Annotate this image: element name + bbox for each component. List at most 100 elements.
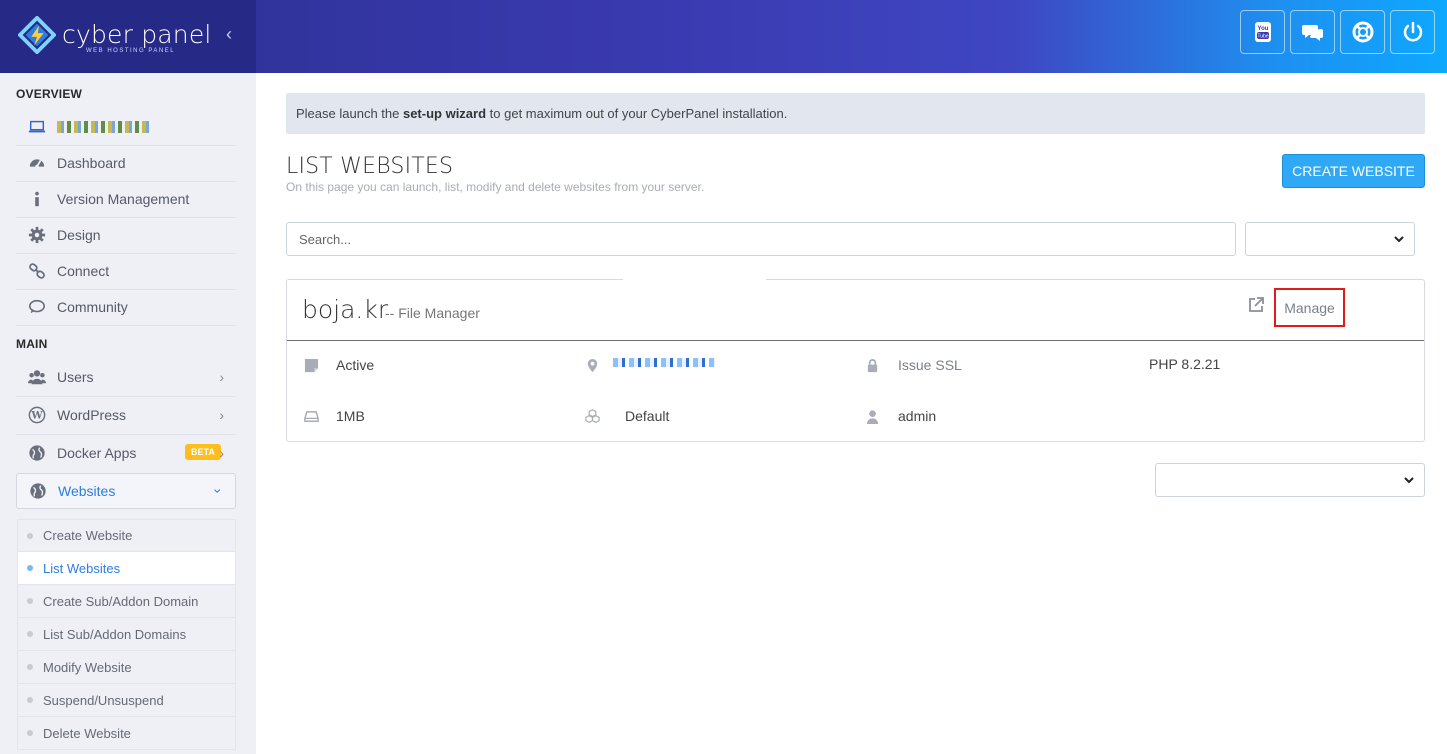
submenu-delete-website[interactable]: Delete Website — [17, 717, 236, 750]
sidebar-item-label: Version Management — [57, 191, 190, 207]
owner-name: admin — [898, 408, 937, 424]
submenu-create-website[interactable]: Create Website — [17, 519, 236, 552]
status-icon — [302, 356, 320, 374]
submenu-list-sub-addon-domains[interactable]: List Sub/Addon Domains — [17, 618, 236, 651]
ssl-cell[interactable]: Issue SSL — [863, 356, 962, 374]
setup-wizard-banner: Please launch the set-up wizard to get m… — [286, 93, 1425, 134]
link-icon — [26, 262, 48, 280]
sidebar-item-label: Websites — [58, 483, 116, 499]
sidebar-item-version-management[interactable]: Version Management — [16, 181, 236, 217]
status-cell: Active — [302, 356, 374, 374]
sidebar-item-connect[interactable]: Connect — [16, 253, 236, 289]
main-section-title: MAIN — [16, 337, 48, 351]
chevron-down-icon — [1404, 477, 1414, 484]
ip-cell — [583, 356, 715, 374]
overview-section-title: OVERVIEW — [16, 87, 83, 101]
chevron-right-icon: › — [219, 407, 224, 423]
logout-button[interactable] — [1390, 10, 1435, 54]
sidebar-item-wordpress[interactable]: W WordPress › — [16, 397, 236, 433]
globe-icon — [27, 482, 49, 500]
php-cell: PHP 8.2.21 — [1149, 356, 1220, 372]
disk-usage: 1MB — [336, 408, 365, 424]
website-card-header: boja.kr -- File Manager Manage — [287, 280, 1424, 341]
submenu-suspend-unsuspend[interactable]: Suspend/Unsuspend — [17, 684, 236, 717]
sidebar-divider — [16, 325, 236, 326]
manage-button[interactable]: Manage — [1274, 288, 1345, 327]
sidebar-item-dashboard[interactable]: Dashboard — [16, 145, 236, 181]
sidebar-item-label: Users — [57, 369, 94, 385]
chevron-down-icon: › — [210, 488, 227, 494]
chevron-right-icon: › — [219, 369, 224, 385]
brand-subtitle: WEB HOSTING PANEL — [86, 48, 176, 54]
submenu-modify-website[interactable]: Modify Website — [17, 651, 236, 684]
banner-text-pre: Please launch the — [296, 106, 403, 121]
user-icon — [863, 407, 881, 425]
sidebar-item-users[interactable]: Users › — [16, 359, 236, 395]
pagination-select[interactable] — [1155, 463, 1425, 497]
submenu-label: Create Sub/Addon Domain — [43, 593, 199, 609]
map-marker-icon — [583, 356, 601, 374]
sidebar-item-community[interactable]: Community — [16, 289, 236, 325]
youtube-icon: You Tube — [1254, 22, 1271, 42]
website-domain[interactable]: boja.kr — [302, 295, 388, 324]
sidebar-item-websites[interactable]: Websites › — [16, 473, 236, 509]
submenu-create-sub-addon-domain[interactable]: Create Sub/Addon Domain — [17, 585, 236, 618]
search-input[interactable] — [286, 222, 1236, 256]
sidebar-item-label: Docker Apps — [57, 445, 137, 461]
gear-icon — [26, 226, 48, 244]
svg-text:You: You — [1257, 26, 1268, 32]
submenu-label: List Websites — [43, 560, 121, 576]
bullet-icon — [27, 532, 33, 539]
filter-select[interactable] — [1245, 222, 1415, 256]
status-value: Active — [336, 357, 375, 373]
submenu-label: List Sub/Addon Domains — [43, 626, 187, 642]
support-button[interactable] — [1340, 10, 1385, 54]
bullet-icon — [27, 631, 33, 637]
banner-text-post: to get maximum out of your CyberPanel in… — [486, 106, 788, 121]
comments-icon — [26, 298, 48, 316]
chat-button[interactable] — [1290, 10, 1335, 54]
issue-ssl-link[interactable]: Issue SSL — [898, 357, 962, 373]
cyberpanel-logo-icon — [18, 16, 56, 54]
owner-cell: admin — [863, 407, 936, 425]
sidebar-item-label: Design — [57, 227, 101, 243]
server-name-redacted — [57, 121, 149, 133]
sidebar-item-design[interactable]: Design — [16, 217, 236, 253]
sidebar-item-server[interactable] — [16, 109, 236, 145]
submenu-label: Delete Website — [43, 725, 131, 741]
create-website-button[interactable]: CREATE WEBSITE — [1282, 154, 1425, 188]
sidebar-item-label: Community — [57, 299, 128, 315]
website-card: boja.kr -- File Manager Manage Active Is… — [286, 278, 1425, 442]
cubes-icon — [583, 407, 601, 425]
php-version: PHP 8.2.21 — [1149, 356, 1221, 372]
wordpress-icon: W — [26, 406, 48, 424]
collapse-sidebar-icon[interactable]: ‹ — [226, 24, 232, 45]
dashboard-icon — [26, 154, 48, 172]
sidebar-item-label: Dashboard — [57, 155, 126, 171]
svg-text:Tube: Tube — [1257, 34, 1268, 40]
brand-name: cyber panel — [62, 20, 212, 49]
chevron-right-icon: › — [219, 445, 224, 461]
lifebuoy-icon — [1352, 21, 1373, 43]
external-link-icon[interactable] — [1247, 296, 1265, 314]
sidebar-item-docker-apps[interactable]: Docker Apps BETA › — [16, 435, 236, 471]
sidebar-item-label: Connect — [57, 263, 110, 279]
bullet-icon — [27, 697, 33, 703]
laptop-icon — [26, 118, 48, 136]
setup-wizard-link[interactable]: set-up wizard — [403, 106, 486, 121]
package-name: Default — [625, 408, 670, 424]
package-cell: Default — [583, 407, 669, 425]
chevron-down-icon — [1394, 236, 1404, 243]
file-manager-link[interactable]: -- File Manager — [385, 305, 480, 321]
youtube-button[interactable]: You Tube — [1240, 10, 1285, 54]
disk-cell: 1MB — [302, 407, 365, 425]
globe-icon — [26, 444, 48, 462]
chat-icon — [1301, 25, 1323, 41]
page-title: LIST WEBSITES — [286, 154, 454, 179]
submenu-label: Suspend/Unsuspend — [43, 692, 164, 708]
submenu-list-websites[interactable]: List Websites — [17, 552, 236, 585]
bullet-icon — [27, 565, 33, 571]
bullet-icon — [27, 730, 33, 736]
ip-address-redacted — [613, 357, 715, 367]
page-subtitle: On this page you can launch, list, modif… — [286, 180, 705, 194]
